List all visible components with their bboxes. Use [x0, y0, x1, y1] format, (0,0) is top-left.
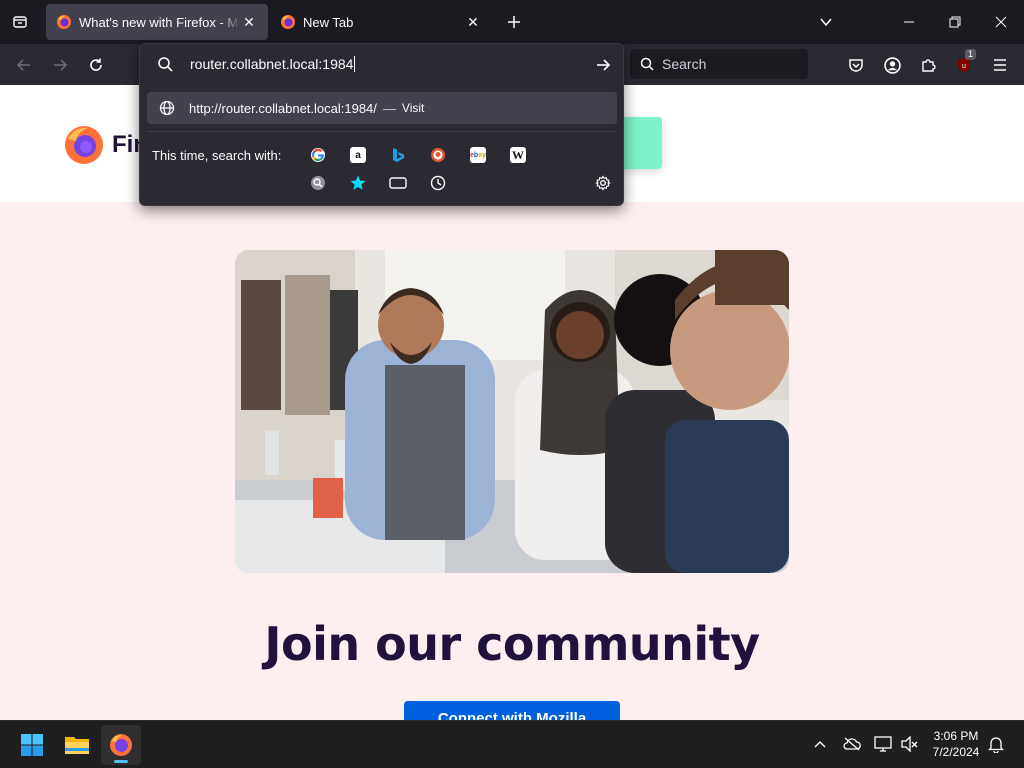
- oneoff-label: This time, search with:: [152, 148, 282, 163]
- clock-date: 7/2/2024: [932, 745, 980, 759]
- result-url: http://router.collabnet.local:1984/: [189, 100, 377, 116]
- tab-new-tab[interactable]: New Tab ✕: [270, 4, 492, 40]
- search-engine-icon[interactable]: [307, 172, 329, 194]
- restore-icon[interactable]: [941, 8, 969, 36]
- history-icon[interactable]: [427, 172, 449, 194]
- hamburger-menu-icon[interactable]: [987, 52, 1013, 78]
- ebay-icon[interactable]: ebay: [467, 144, 489, 166]
- minimize-icon[interactable]: [895, 8, 923, 36]
- windows-start-icon[interactable]: [12, 725, 52, 765]
- forward-arrow-icon[interactable]: [47, 52, 73, 78]
- urlbar-dropdown: router.collabnet.local:1984 http://route…: [139, 43, 624, 206]
- svg-text:u: u: [962, 63, 966, 70]
- search-icon: [158, 57, 173, 72]
- notification-bell-icon[interactable]: [985, 733, 1007, 755]
- tab-title: What's new with Firefox - More: [79, 14, 240, 30]
- tab-strip: What's new with Firefox - More ✕ New Tab…: [0, 0, 1024, 44]
- url-input[interactable]: router.collabnet.local:1984: [190, 56, 356, 72]
- taskbar: 3:06 PM 7/2/2024: [0, 720, 1024, 768]
- back-arrow-icon[interactable]: [11, 52, 37, 78]
- connect-button[interactable]: Connect with Mozilla: [404, 701, 620, 720]
- chevron-up-icon[interactable]: [809, 733, 831, 755]
- new-tab-plus-icon[interactable]: [502, 10, 526, 34]
- amazon-icon[interactable]: a: [347, 144, 369, 166]
- duckduckgo-icon[interactable]: [427, 144, 449, 166]
- firefox-favicon-icon: [281, 15, 295, 29]
- google-icon[interactable]: [307, 144, 329, 166]
- search-settings-gear-icon[interactable]: [592, 172, 614, 194]
- search-bar[interactable]: Search: [630, 49, 808, 79]
- close-tab-icon[interactable]: ✕: [240, 13, 258, 31]
- tab-whats-new[interactable]: What's new with Firefox - More ✕: [46, 4, 268, 40]
- reload-icon[interactable]: [83, 52, 109, 78]
- search-icon: [640, 57, 654, 71]
- active-app-indicator: [114, 760, 128, 763]
- visit-url-result[interactable]: http://router.collabnet.local:1984/ — Vi…: [147, 92, 617, 124]
- globe-icon: [159, 100, 175, 116]
- pocket-icon[interactable]: [843, 52, 869, 78]
- clock-time: 3:06 PM: [933, 729, 979, 743]
- wikipedia-icon[interactable]: W: [507, 144, 529, 166]
- close-window-icon[interactable]: [987, 8, 1015, 36]
- cloud-offline-icon[interactable]: [841, 733, 863, 755]
- extension-badge: 1: [965, 49, 977, 60]
- file-explorer-icon[interactable]: [57, 725, 97, 765]
- chevron-down-icon[interactable]: [812, 8, 840, 36]
- extensions-puzzle-icon[interactable]: [915, 52, 941, 78]
- headline: Join our community: [264, 617, 760, 671]
- close-tab-icon[interactable]: ✕: [464, 13, 482, 31]
- system-clock[interactable]: 3:06 PM 7/2/2024: [922, 728, 990, 760]
- ublock-origin-icon[interactable]: u 1: [951, 49, 977, 78]
- result-separator: —: [382, 100, 396, 116]
- url-input-row[interactable]: router.collabnet.local:1984: [140, 44, 623, 86]
- tabs-icon[interactable]: [387, 172, 409, 194]
- go-arrow-icon[interactable]: [592, 54, 614, 76]
- bookmarks-icon[interactable]: [347, 172, 369, 194]
- tab-title: New Tab: [303, 14, 354, 30]
- firefox-logo-icon: [65, 126, 103, 164]
- volume-muted-icon[interactable]: [898, 733, 920, 755]
- firefox-taskbar-icon[interactable]: [101, 725, 141, 765]
- account-icon[interactable]: [879, 52, 905, 78]
- divider: [147, 131, 617, 132]
- community-photo: [235, 250, 789, 573]
- network-display-icon[interactable]: [872, 733, 894, 755]
- search-placeholder: Search: [662, 56, 707, 72]
- firefox-favicon-icon: [57, 15, 71, 29]
- list-all-tabs-icon[interactable]: [8, 10, 32, 34]
- bing-icon[interactable]: [387, 144, 409, 166]
- result-action: Visit: [401, 101, 425, 115]
